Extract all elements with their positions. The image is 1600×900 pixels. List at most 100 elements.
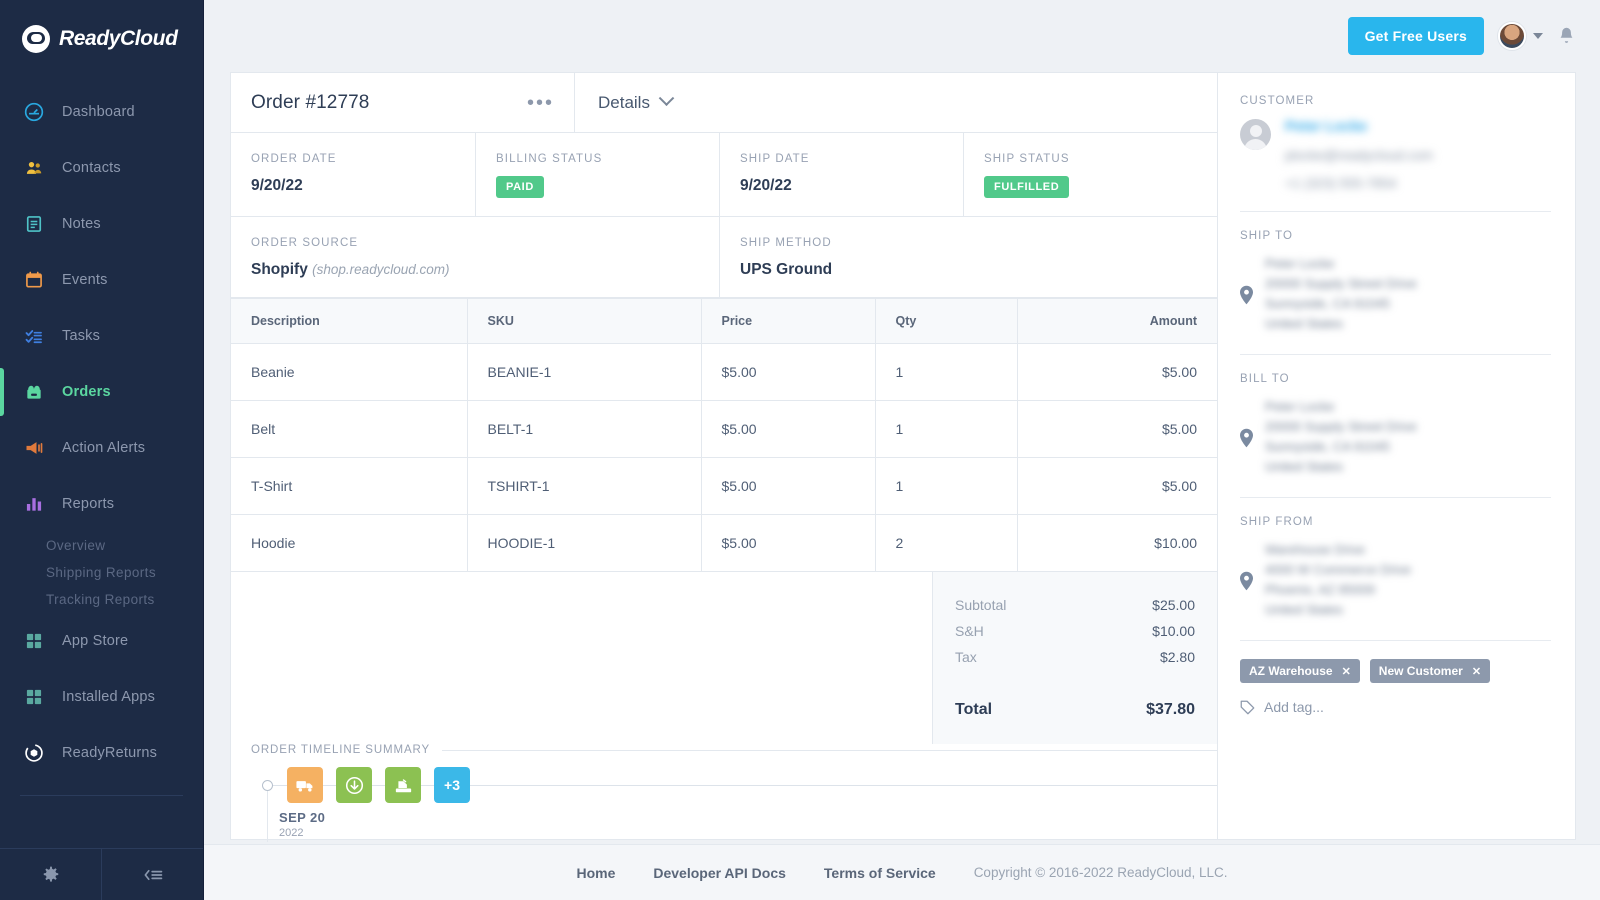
grand-total-value: $37.80 [1146, 701, 1195, 718]
order-card: Order #12778 ••• Details ORDER DATE 9/20… [230, 72, 1576, 842]
footer-link-home[interactable]: Home [576, 865, 615, 881]
notification-bell-icon[interactable] [1557, 26, 1576, 47]
sidebar-item-installed-apps[interactable]: Installed Apps [0, 669, 203, 725]
download-arrow-icon [345, 776, 363, 794]
meta-value: UPS Ground [740, 261, 833, 278]
get-free-users-button[interactable]: Get Free Users [1347, 17, 1484, 55]
timeline-vertical-line [267, 785, 268, 842]
sidebar-item-events[interactable]: Events [0, 252, 203, 308]
sidebar-subitem-overview[interactable]: Overview [0, 532, 203, 559]
customer-email[interactable]: plocke@readycloud.com [1285, 148, 1433, 163]
app-root: ReadyCloud Dashboard Contacts Notes Even… [0, 0, 1600, 900]
customer-phone[interactable]: +1 (323) 555-7854 [1285, 176, 1433, 191]
meta-label: ORDER SOURCE [251, 237, 359, 249]
cell-price: $5.00 [700, 343, 875, 401]
collapse-sidebar-button[interactable] [101, 849, 203, 900]
ship-to-block: Peter Locke 20000 Supply Street Drive Su… [1240, 254, 1551, 334]
shipping-truck-icon [295, 780, 312, 792]
contacts-icon [26, 162, 42, 174]
sidebar-subitem-tracking-reports[interactable]: Tracking Reports [0, 586, 203, 613]
table-header-row: Description SKU Price Qty Amount [231, 298, 1217, 344]
total-value: $10.00 [1152, 623, 1195, 639]
meta-value-wrap: Shopify (shop.readycloud.com) [251, 261, 719, 279]
grid-icon [26, 689, 42, 705]
tasks-icon [25, 330, 42, 344]
cell-qty: 1 [874, 400, 1017, 458]
location-pin-icon [1240, 285, 1253, 305]
page-title: Order #12778 [251, 91, 370, 113]
total-label: Tax [955, 649, 977, 665]
sidebar-item-label: Action Alerts [62, 440, 146, 456]
more-options-icon[interactable]: ••• [527, 93, 554, 113]
totals-spacer [231, 572, 932, 744]
cell-sku: TSHIRT-1 [466, 457, 701, 515]
totals-box: Subtotal $25.00 S&H $10.00 Tax $2.80 Tot… [932, 572, 1217, 744]
timeline-more-events-badge[interactable]: +3 [434, 767, 470, 803]
cell-qty: 2 [874, 514, 1017, 572]
customer-name[interactable]: Peter Locke [1285, 119, 1433, 135]
ship-from-address: Warehouse Drive 4000 W Commerce Drive Ph… [1265, 542, 1411, 617]
column-header-qty: Qty [874, 298, 1017, 344]
table-row[interactable]: Beanie BEANIE-1 $5.00 1 $5.00 [231, 343, 1217, 401]
tag-chip[interactable]: New Customer ✕ [1369, 659, 1491, 683]
footer-link-terms-of-service[interactable]: Terms of Service [824, 865, 936, 881]
sidebar-item-readyreturns[interactable]: ReadyReturns [0, 725, 203, 781]
total-row-subtotal: Subtotal $25.00 [955, 592, 1195, 618]
meta-label: SHIP STATUS [984, 153, 1070, 165]
sidebar-item-app-store[interactable]: App Store [0, 613, 203, 669]
customer-block: Peter Locke plocke@readycloud.com +1 (32… [1240, 119, 1551, 191]
meta-billing-status: BILLING STATUS PAID [475, 133, 719, 216]
footer-copyright: Copyright © 2016-2022 ReadyCloud, LLC. [973, 865, 1228, 880]
order-header: Order #12778 ••• Details [231, 73, 1217, 133]
brand-logo[interactable]: ReadyCloud [0, 0, 203, 78]
customer-panel: CUSTOMER Peter Locke plocke@readycloud.c… [1217, 73, 1575, 839]
sidebar-item-notes[interactable]: Notes [0, 196, 203, 252]
total-row-shipping: S&H $10.00 [955, 618, 1195, 644]
close-icon[interactable]: ✕ [1472, 665, 1481, 678]
table-row[interactable]: Hoodie HOODIE-1 $5.00 2 $10.00 [231, 514, 1217, 572]
close-icon[interactable]: ✕ [1342, 665, 1351, 678]
account-menu[interactable] [1498, 22, 1543, 50]
total-row-tax: Tax $2.80 [955, 644, 1195, 670]
footer-link-developer-api-docs[interactable]: Developer API Docs [653, 865, 786, 881]
order-meta-row-1: ORDER DATE 9/20/22 BILLING STATUS PAID S… [231, 133, 1217, 217]
meta-order-source: ORDER SOURCE Shopify (shop.readycloud.co… [231, 217, 719, 297]
cell-sku: HOODIE-1 [466, 514, 701, 572]
timeline-event-label-print[interactable] [385, 767, 421, 803]
timeline-event-download[interactable] [336, 767, 372, 803]
bill-to-block: Peter Locke 20000 Supply Street Drive Su… [1240, 397, 1551, 477]
sidebar-item-reports[interactable]: Reports [0, 476, 203, 532]
sidebar-subitem-shipping-reports[interactable]: Shipping Reports [0, 559, 203, 586]
bill-to-label: BILL TO [1240, 373, 1290, 385]
meta-ship-date: SHIP DATE 9/20/22 [719, 133, 963, 216]
cell-description: T-Shirt [231, 457, 467, 515]
sidebar-item-dashboard[interactable]: Dashboard [0, 84, 203, 140]
timeline-title: ORDER TIMELINE SUMMARY [251, 744, 431, 756]
column-header-sku: SKU [466, 298, 701, 344]
timeline-start-dot [262, 779, 273, 791]
sidebar-item-contacts[interactable]: Contacts [0, 140, 203, 196]
timeline-event-shipping[interactable] [287, 767, 323, 803]
tag-list: AZ Warehouse ✕ New Customer ✕ [1240, 659, 1551, 683]
megaphone-icon [26, 442, 43, 454]
order-source-url: (shop.readycloud.com) [312, 262, 450, 277]
table-row[interactable]: Belt BELT-1 $5.00 1 $5.00 [231, 400, 1217, 458]
sidebar-item-orders[interactable]: Orders [0, 364, 203, 420]
table-row[interactable]: T-Shirt TSHIRT-1 $5.00 1 $5.00 [231, 457, 1217, 515]
column-header-amount: Amount [1016, 298, 1217, 344]
meta-value: 9/20/22 [251, 177, 303, 194]
status-badge: FULFILLED [984, 176, 1070, 198]
cell-price: $5.00 [700, 457, 875, 515]
add-tag-button[interactable]: Add tag... [1240, 699, 1551, 715]
sidebar-item-tasks[interactable]: Tasks [0, 308, 203, 364]
add-tag-label: Add tag... [1264, 699, 1324, 715]
panel-divider [1240, 497, 1551, 498]
timeline-track: +3 [251, 756, 1217, 842]
tag-chip[interactable]: AZ Warehouse ✕ [1240, 659, 1360, 683]
sidebar-item-action-alerts[interactable]: Action Alerts [0, 420, 203, 476]
panel-divider [1240, 211, 1551, 212]
meta-value: 9/20/22 [740, 177, 792, 194]
details-dropdown[interactable]: Details [575, 73, 675, 132]
collapse-sidebar-icon [144, 869, 162, 880]
settings-button[interactable] [0, 849, 101, 900]
